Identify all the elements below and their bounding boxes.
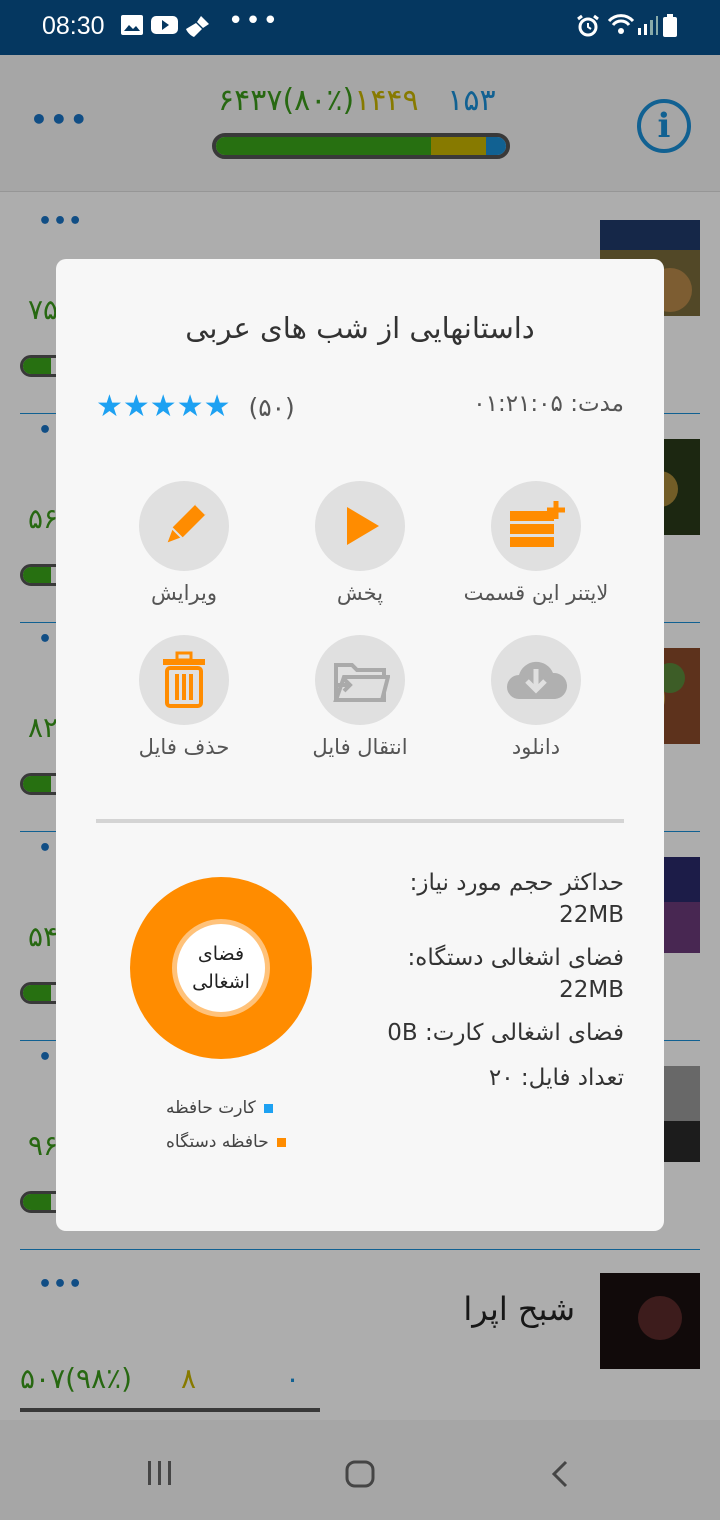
card-space-info: فضای اشغالی کارت: 0B	[354, 1017, 624, 1049]
move-file-button[interactable]: انتقال فایل	[265, 635, 455, 759]
trash-icon	[163, 651, 205, 708]
move-file-label: انتقال فایل	[312, 735, 408, 759]
lightener-label: لایتنر این قسمت	[463, 581, 609, 605]
card-space-label: فضای اشغالی کارت:	[425, 1020, 624, 1046]
cleaner-icon	[186, 16, 209, 37]
episode-dialog: داستانهایی از شب های عربی ★★★★★ (۵۰) مدت…	[56, 259, 664, 1231]
wifi-icon	[608, 14, 634, 34]
edit-button[interactable]: ویرایش	[89, 481, 279, 605]
play-icon	[347, 507, 379, 545]
youtube-icon	[151, 16, 178, 34]
download-button[interactable]: دانلود	[441, 635, 631, 759]
legend-card: کارت حافظه	[166, 1098, 273, 1118]
edit-label: ویرایش	[150, 581, 218, 605]
status-more-icon: •••	[228, 6, 281, 36]
battery-icon	[663, 14, 677, 37]
legend-device-label: حافظه دستگاه	[166, 1132, 269, 1152]
max-size-label: حداکثر حجم مورد نیاز:	[409, 870, 624, 896]
status-time: 08:30	[42, 12, 105, 40]
delete-file-label: حذف فایل	[138, 735, 230, 759]
donut-center-line-1: فضای	[197, 943, 245, 965]
storage-donut-chart: فضای اشغالی	[130, 877, 312, 1059]
add-to-lightener-icon	[510, 501, 565, 547]
file-count-label: تعداد فایل:	[520, 1065, 624, 1091]
rating-stars-icon: ★★★★★	[96, 389, 231, 424]
status-bar: 08:30 •••	[0, 0, 720, 55]
dialog-title: داستانهایی از شب های عربی	[185, 311, 535, 345]
rating: ★★★★★ (۵۰)	[96, 389, 295, 424]
rating-count: (۵۰)	[248, 393, 295, 422]
duration-label: مدت:	[570, 391, 624, 417]
move-folder-icon	[333, 663, 390, 702]
duration-value: ۰۱:۲۱:۰۵	[473, 391, 563, 417]
legend-card-label: کارت حافظه	[166, 1098, 256, 1118]
legend-card-swatch	[263, 1103, 273, 1113]
legend-device: حافظه دستگاه	[166, 1132, 286, 1152]
file-count-info: تعداد فایل: ۲۰	[354, 1062, 624, 1094]
pencil-icon	[164, 502, 208, 546]
cloud-download-icon	[507, 661, 568, 699]
gallery-icon	[121, 15, 143, 35]
max-size-info: حداکثر حجم مورد نیاز: 22MB	[354, 867, 624, 931]
device-space-value: 22MB	[559, 977, 624, 1003]
max-size-value: 22MB	[559, 902, 624, 928]
download-label: دانلود	[511, 735, 561, 759]
delete-file-button[interactable]: حذف فایل	[89, 635, 279, 759]
legend-device-swatch	[276, 1137, 286, 1147]
device-space-label: فضای اشغالی دستگاه:	[407, 945, 624, 971]
signal-icon	[638, 16, 658, 35]
donut-center-label: فضای اشغالی	[172, 919, 270, 1017]
device-space-info: فضای اشغالی دستگاه: 22MB	[354, 942, 624, 1006]
card-space-value: 0B	[387, 1020, 418, 1046]
alarm-icon	[577, 14, 599, 37]
dialog-divider	[96, 819, 624, 823]
play-label: پخش	[336, 581, 384, 605]
duration: مدت: ۰۱:۲۱:۰۵	[473, 391, 624, 417]
play-button[interactable]: پخش	[265, 481, 455, 605]
lightener-button[interactable]: لایتنر این قسمت	[441, 481, 631, 605]
donut-center-line-2: اشغالی	[192, 971, 250, 993]
file-count-value: ۲۰	[488, 1065, 514, 1091]
